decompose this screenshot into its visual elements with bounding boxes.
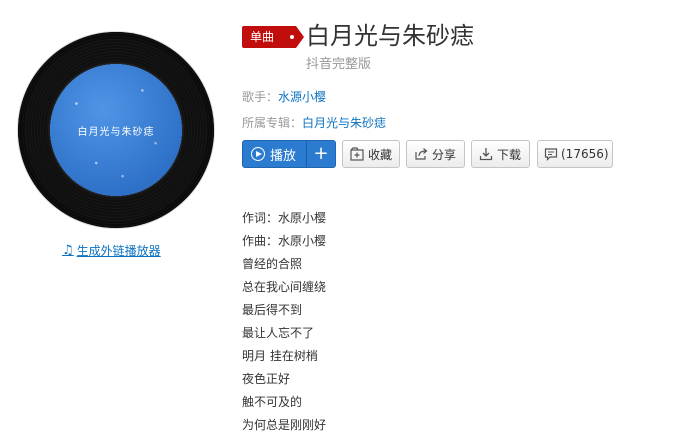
lyric-line: 曾经的合照: [242, 257, 303, 271]
lyric-line: 总在我心间缠绕: [242, 280, 327, 294]
play-icon: [251, 147, 265, 161]
collect-icon: [349, 146, 365, 162]
play-label: 播放: [270, 148, 297, 164]
lyric-line: 为何总是刚刚好: [242, 418, 327, 432]
album-cover: 白月光与朱砂痣: [50, 64, 182, 196]
download-button[interactable]: 下载: [471, 140, 530, 168]
play-button[interactable]: 播放: [243, 141, 306, 167]
generate-link-label: 生成外链播放器: [76, 244, 161, 258]
song-title: 白月光与朱砂痣: [306, 22, 474, 50]
cover-title: 白月光与朱砂痣: [77, 126, 155, 138]
song-subtitle: 抖音完整版: [306, 57, 372, 72]
add-to-playlist-button[interactable]: +: [306, 141, 335, 167]
share-icon: [413, 146, 429, 162]
badge-label: 单曲: [250, 30, 275, 44]
collect-button[interactable]: 收藏: [342, 140, 400, 168]
music-note-icon: ♫: [62, 243, 74, 258]
lyric-line: 明月 挂在树梢: [242, 349, 318, 363]
lyric-line: 作曲：水原小樱: [242, 234, 327, 248]
lyric-line: 作词：水原小樱: [242, 211, 327, 225]
lyric-line: 触不可及的: [242, 395, 303, 409]
play-button-group: 播放 +: [242, 140, 336, 168]
lyric-line: 夜色正好: [242, 372, 291, 386]
album-link[interactable]: 白月光与朱砂痣: [302, 116, 386, 130]
share-label: 分享: [432, 147, 457, 162]
download-icon: [478, 146, 494, 162]
comment-count: (17656): [561, 147, 609, 161]
lyric-line: 最让人忘不了: [242, 326, 315, 340]
comment-icon: [544, 146, 558, 162]
download-label: 下载: [497, 147, 522, 162]
album-label: 所属专辑：: [242, 116, 303, 130]
singer-row: 歌手：水源小樱: [242, 88, 326, 105]
generate-external-player-link[interactable]: ♫ 生成外链播放器: [62, 242, 161, 259]
album-row: 所属专辑：白月光与朱砂痣: [242, 114, 386, 131]
comment-button[interactable]: (17656): [537, 140, 613, 168]
album-disc: 白月光与朱砂痣: [18, 32, 214, 228]
singer-label: 歌手：: [242, 90, 279, 104]
badge-dot: [290, 35, 294, 39]
share-button[interactable]: 分享: [406, 140, 465, 168]
single-badge: 单曲: [242, 26, 304, 48]
collect-label: 收藏: [368, 147, 393, 162]
lyrics-block: 作词：水原小樱 作曲：水原小樱 曾经的合照 总在我心间缠绕 最后得不到 最让人忘…: [242, 207, 326, 437]
lyric-line: 最后得不到: [242, 303, 303, 317]
singer-link[interactable]: 水源小樱: [278, 90, 326, 104]
